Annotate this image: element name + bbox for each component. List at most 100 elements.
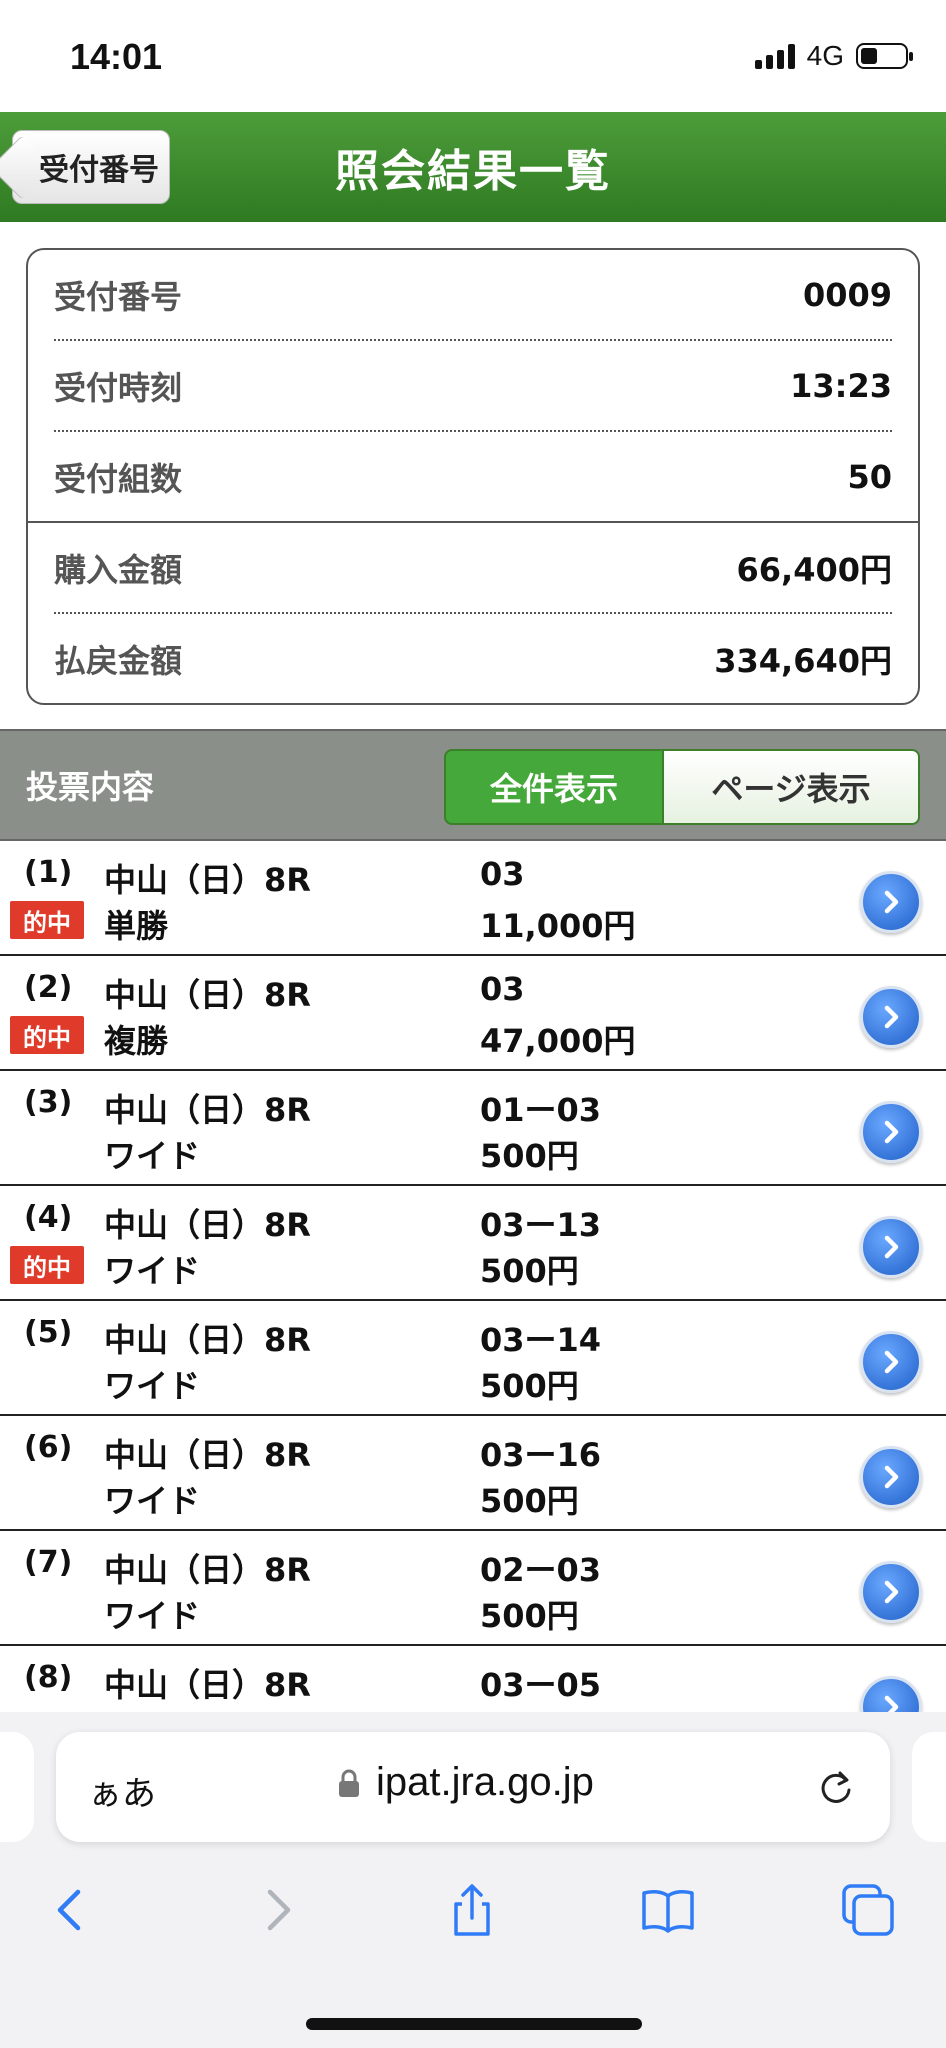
page-view-button[interactable]: ページ表示 (664, 749, 920, 825)
bet-index: (6) (24, 1430, 73, 1465)
bet-index: (7) (24, 1545, 73, 1580)
chevron-right-icon[interactable] (860, 1101, 922, 1163)
back-button[interactable]: 受付番号 (12, 130, 170, 204)
url-text: ipat.jra.go.jp (376, 1760, 594, 1804)
bet-type: ワイド (104, 1137, 201, 1175)
summary-row-bet-count: 受付組数 50 (54, 432, 892, 521)
race-name: 中山（日）8R (104, 1551, 311, 1589)
bet-combination: 03ー16 (480, 1436, 602, 1474)
address-bar[interactable]: ぁあ ipat.jra.go.jp (56, 1732, 890, 1842)
chevron-right-icon[interactable] (860, 1561, 922, 1623)
bet-combination: 03ー05 (480, 1666, 602, 1704)
bet-row[interactable]: (6) 中山（日）8R ワイド 03ー16 500円 (0, 1416, 946, 1531)
next-tab-preview[interactable] (912, 1732, 946, 1842)
bet-amount: 500円 (480, 1597, 579, 1635)
bet-index: (2) (24, 970, 73, 1005)
bet-type: ワイド (104, 1597, 201, 1635)
bet-list-title: 投票内容 (26, 768, 155, 806)
signal-icon (754, 43, 795, 69)
race-name: 中山（日）8R (104, 1321, 311, 1359)
summary-value: 334,640円 (714, 641, 892, 680)
battery-icon (856, 43, 913, 69)
bet-row[interactable]: (2) 的中 中山（日）8R 複勝 03 47,000円 (0, 956, 946, 1071)
reload-icon[interactable] (816, 1768, 856, 1808)
bet-type: ワイド (104, 1252, 201, 1290)
summary-row-receipt-time: 受付時刻 13:23 (54, 341, 892, 432)
summary-label: 受付時刻 (54, 368, 183, 407)
bet-amount: 500円 (480, 1367, 579, 1405)
summary-value: 50 (847, 457, 892, 496)
tabs-icon[interactable] (840, 1882, 896, 1938)
home-indicator (306, 2018, 642, 2030)
chevron-right-icon[interactable] (860, 871, 922, 933)
summary-label: 受付組数 (54, 459, 183, 498)
previous-tab-preview[interactable] (0, 1732, 34, 1842)
race-name: 中山（日）8R (104, 1091, 311, 1129)
summary-label: 受付番号 (54, 277, 183, 316)
summary-row-purchase-amount: 購入金額 66,400円 (54, 523, 892, 614)
race-name: 中山（日）8R (104, 861, 311, 899)
race-name: 中山（日）8R (104, 1666, 311, 1704)
summary-box: 受付番号 0009 受付時刻 13:23 受付組数 50 購入金額 66,400… (26, 248, 920, 705)
bet-row[interactable]: (1) 的中 中山（日）8R 単勝 03 11,000円 (0, 841, 946, 956)
bet-combination: 03ー13 (480, 1206, 602, 1244)
bet-combination: 02ー03 (480, 1551, 602, 1589)
page-header: 受付番号 照会結果一覧 (0, 112, 946, 222)
chevron-right-icon[interactable] (860, 1446, 922, 1508)
hit-badge: 的中 (10, 901, 84, 939)
bet-row[interactable]: (5) 中山（日）8R ワイド 03ー14 500円 (0, 1301, 946, 1416)
summary-row-payout-amount: 払戻金額 334,640円 (54, 614, 892, 703)
bet-amount: 500円 (480, 1137, 579, 1175)
summary-label: 購入金額 (54, 550, 183, 589)
bet-combination: 03 (480, 970, 525, 1008)
bet-type: 複勝 (104, 1022, 169, 1060)
bet-combination: 01ー03 (480, 1091, 602, 1129)
summary-value: 13:23 (790, 366, 892, 405)
race-name: 中山（日）8R (104, 1436, 311, 1474)
bet-type: ワイド (104, 1367, 201, 1405)
bet-index: (8) (24, 1660, 73, 1695)
bet-type: ワイド (104, 1482, 201, 1520)
bet-amount: 500円 (480, 1252, 579, 1290)
race-name: 中山（日）8R (104, 976, 311, 1014)
bet-type: 単勝 (104, 907, 169, 945)
race-name: 中山（日）8R (104, 1206, 311, 1244)
summary-value: 0009 (802, 275, 892, 314)
bet-combination: 03 (480, 855, 525, 893)
status-indicators: 4G (754, 40, 913, 72)
show-all-button[interactable]: 全件表示 (444, 749, 664, 825)
bet-index: (1) (24, 855, 73, 890)
bet-list-header: 投票内容 全件表示 ページ表示 (0, 729, 946, 841)
bet-amount: 500円 (480, 1482, 579, 1520)
back-icon[interactable] (44, 1882, 100, 1938)
bet-index: (5) (24, 1315, 73, 1350)
chevron-right-icon[interactable] (860, 1216, 922, 1278)
summary-value: 66,400円 (736, 550, 893, 589)
network-label: 4G (806, 40, 844, 71)
status-bar: 14:01 4G (0, 0, 946, 112)
chevron-right-icon[interactable] (860, 986, 922, 1048)
bet-amount: 11,000円 (480, 907, 636, 945)
browser-toolbar (0, 1862, 946, 1952)
share-icon[interactable] (444, 1882, 500, 1938)
bet-list: (1) 的中 中山（日）8R 単勝 03 11,000円 (2) 的中 中山（日）8R 複勝 03 4… (0, 841, 946, 1761)
bet-combination: 03ー14 (480, 1321, 602, 1359)
hit-badge: 的中 (10, 1016, 84, 1054)
display-mode-toggle: 全件表示 ページ表示 (444, 749, 920, 825)
summary-row-receipt-number: 受付番号 0009 (54, 250, 892, 341)
bookmarks-icon[interactable] (640, 1882, 696, 1938)
bet-row[interactable]: (3) 中山（日）8R ワイド 01ー03 500円 (0, 1071, 946, 1186)
hit-badge: 的中 (10, 1246, 84, 1284)
forward-icon[interactable] (248, 1882, 304, 1938)
text-size-button[interactable]: ぁあ (88, 1766, 156, 1815)
bet-amount: 47,000円 (480, 1022, 636, 1060)
bet-index: (3) (24, 1085, 73, 1120)
browser-chrome: ぁあ ipat.jra.go.jp (0, 1712, 946, 2048)
bet-row[interactable]: (4) 的中 中山（日）8R ワイド 03ー13 500円 (0, 1186, 946, 1301)
bet-row[interactable]: (7) 中山（日）8R ワイド 02ー03 500円 (0, 1531, 946, 1646)
page-title: 照会結果一覧 (335, 146, 611, 197)
chevron-right-icon[interactable] (860, 1331, 922, 1393)
status-time: 14:01 (70, 36, 163, 77)
summary-label: 払戻金額 (54, 641, 183, 680)
bet-index: (4) (24, 1200, 73, 1235)
